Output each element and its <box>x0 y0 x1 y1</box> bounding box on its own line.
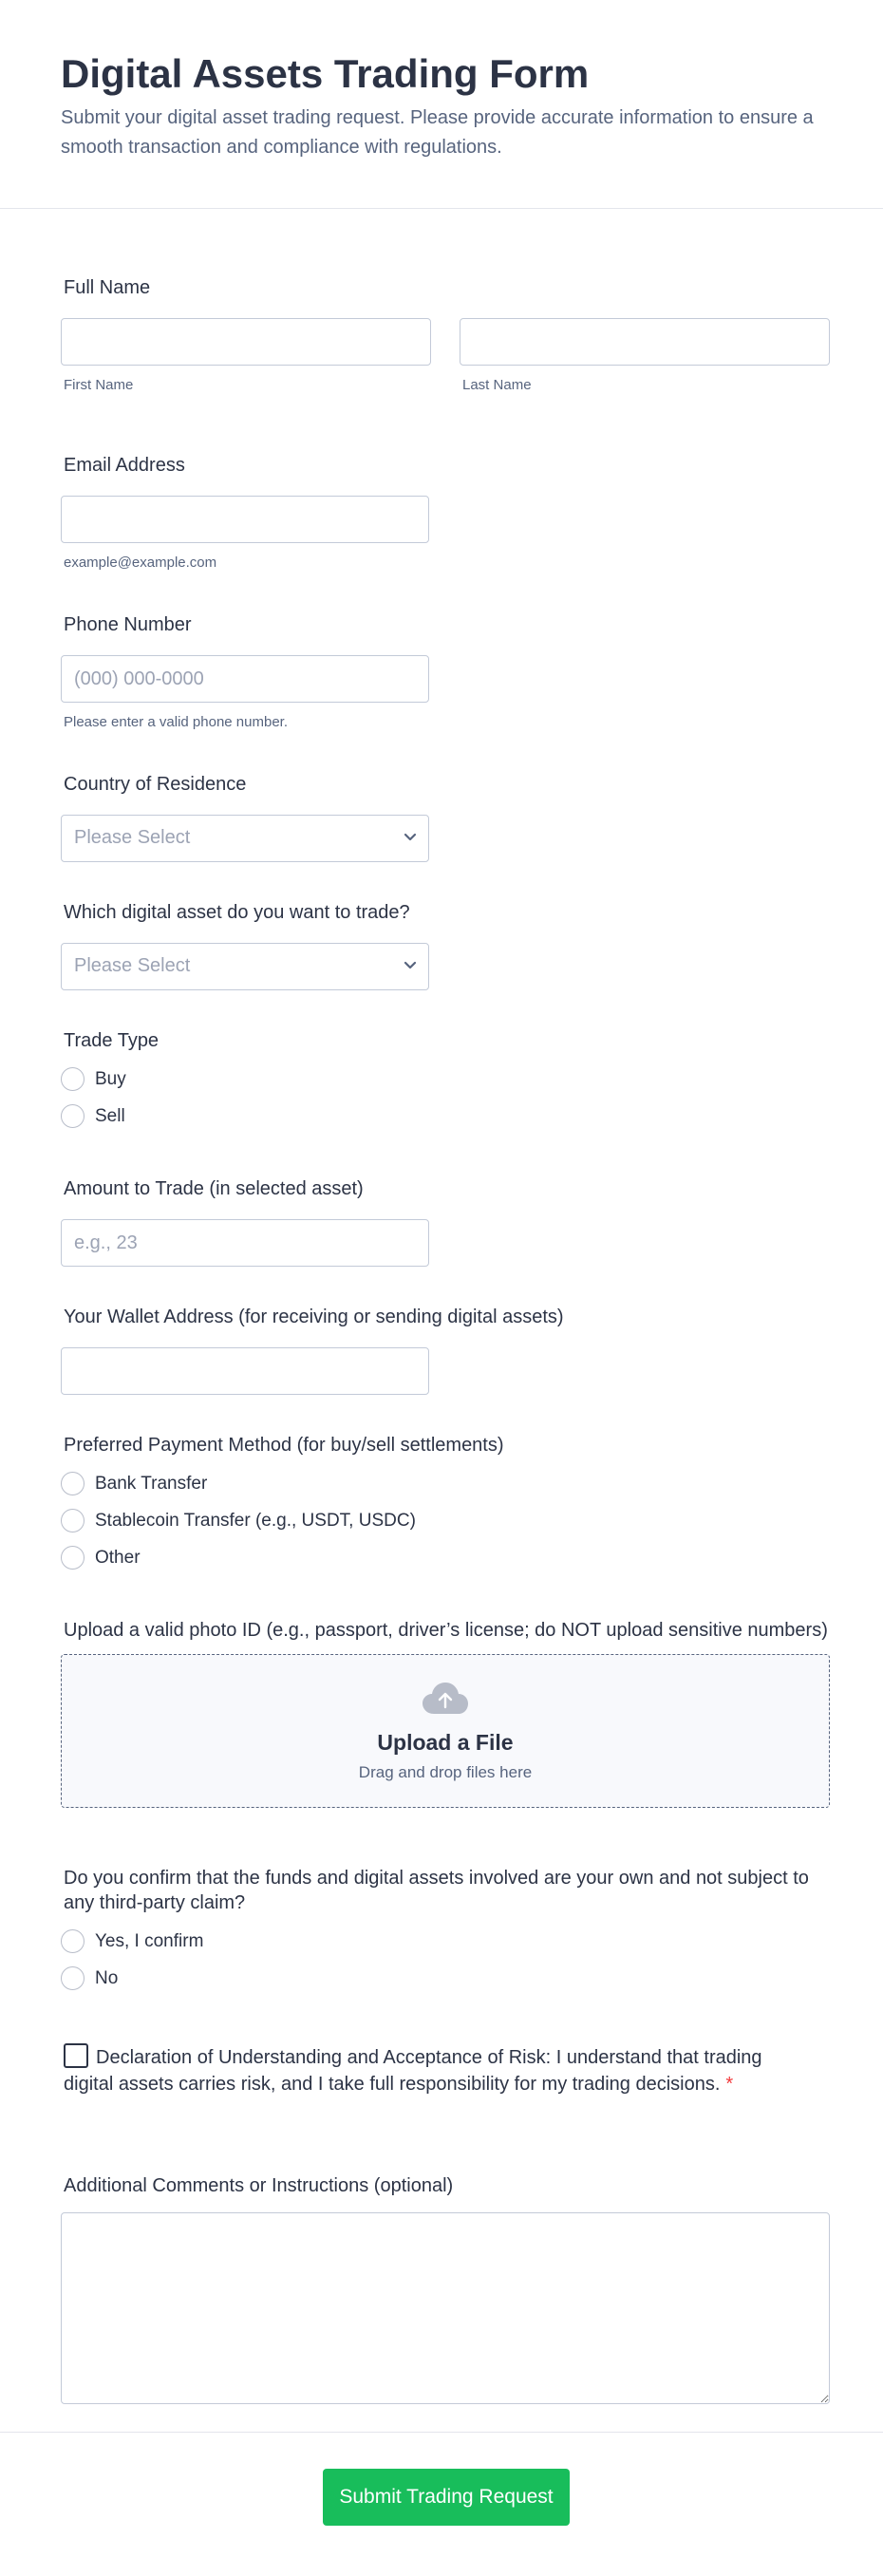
radio-label: Sell <box>95 1105 125 1126</box>
email-label: Email Address <box>64 455 185 476</box>
first-name-sublabel: First Name <box>64 377 134 393</box>
radio-button[interactable] <box>61 1104 85 1128</box>
radio-button[interactable] <box>61 1929 85 1953</box>
last-name-sublabel: Last Name <box>462 377 532 393</box>
trade-type-option-buy[interactable]: Buy <box>61 1061 822 1098</box>
upload-subtitle: Drag and drop files here <box>358 1763 533 1781</box>
form-title: Digital Assets Trading Form <box>61 51 590 96</box>
last-name-input[interactable] <box>460 318 830 366</box>
form-header: Digital Assets Trading Form Submit your … <box>0 0 883 209</box>
email-input[interactable] <box>61 496 429 543</box>
email-sublabel: example@example.com <box>64 555 217 571</box>
funds-confirm-option-no[interactable]: No <box>61 1960 822 1997</box>
required-asterisk: * <box>725 2074 734 2095</box>
full-name-field: Full Name First Name Last Name <box>61 275 830 434</box>
payment-option-stablecoin[interactable]: Stablecoin Transfer (e.g., USDT, USDC) <box>61 1502 822 1539</box>
comments-label: Additional Comments or Instructions (opt… <box>64 2175 454 2196</box>
payment-option-other[interactable]: Other <box>61 1539 822 1576</box>
payment-field: Preferred Payment Method (for buy/sell s… <box>61 1414 822 1599</box>
radio-label: Stablecoin Transfer (e.g., USDT, USDC) <box>95 1510 416 1531</box>
phone-field: Phone Number Please enter a valid phone … <box>61 593 822 753</box>
upload-title: Upload a File <box>377 1730 514 1755</box>
declaration-label: Declaration of Understanding and Accepta… <box>64 2047 762 2095</box>
form-footer: Submit Trading Request <box>0 2432 883 2576</box>
country-select[interactable]: Please Select <box>61 815 429 862</box>
phone-sublabel: Please enter a valid phone number. <box>64 714 288 730</box>
asset-label: Which digital asset do you want to trade… <box>64 902 410 923</box>
form-body: Full Name First Name Last Name Email Add… <box>0 209 883 2404</box>
wallet-label: Your Wallet Address (for receiving or se… <box>64 1307 564 1327</box>
declaration-checkbox[interactable] <box>64 2043 88 2068</box>
trade-type-label: Trade Type <box>64 1030 160 1051</box>
declaration-text: Declaration of Understanding and Accepta… <box>61 2015 782 2097</box>
phone-label: Phone Number <box>64 614 192 635</box>
trade-type-field: Trade Type Buy Sell <box>61 1009 822 1157</box>
email-field: Email Address example@example.com <box>61 434 822 593</box>
asset-field: Which digital asset do you want to trade… <box>61 881 822 1009</box>
full-name-label: Full Name <box>64 277 151 298</box>
radio-button[interactable] <box>61 1472 85 1495</box>
submit-button[interactable]: Submit Trading Request <box>323 2469 570 2526</box>
phone-input[interactable] <box>61 655 429 703</box>
radio-label: Buy <box>95 1068 126 1089</box>
asset-select[interactable]: Please Select <box>61 943 429 990</box>
radio-button[interactable] <box>61 1966 85 1990</box>
comments-field: Additional Comments or Instructions (opt… <box>61 2173 830 2404</box>
radio-button[interactable] <box>61 1067 85 1091</box>
country-select-value: Please Select <box>74 827 191 848</box>
trade-type-option-sell[interactable]: Sell <box>61 1098 822 1135</box>
upload-label: Upload a valid photo ID (e.g., passport,… <box>64 1620 828 1641</box>
radio-label: Yes, I confirm <box>95 1930 204 1951</box>
amount-label: Amount to Trade (in selected asset) <box>64 1178 364 1199</box>
file-upload-dropzone[interactable]: Upload a File Drag and drop files here <box>61 1654 830 1808</box>
country-field: Country of Residence Please Select <box>61 753 822 881</box>
wallet-field: Your Wallet Address (for receiving or se… <box>61 1286 822 1414</box>
radio-label: No <box>95 1967 119 1988</box>
radio-button[interactable] <box>61 1509 85 1532</box>
funds-confirm-field: Do you confirm that the funds and digita… <box>61 1847 822 2015</box>
payment-label: Preferred Payment Method (for buy/sell s… <box>64 1435 504 1456</box>
chevron-down-icon <box>404 833 417 841</box>
payment-option-bank[interactable]: Bank Transfer <box>61 1465 822 1502</box>
first-name-input[interactable] <box>61 318 431 366</box>
chevron-down-icon <box>404 961 417 969</box>
upload-field: Upload a valid photo ID (e.g., passport,… <box>61 1599 830 1847</box>
form-page: Digital Assets Trading Form Submit your … <box>0 0 883 2526</box>
radio-label: Bank Transfer <box>95 1473 208 1494</box>
amount-input[interactable] <box>61 1219 429 1267</box>
funds-confirm-label: Do you confirm that the funds and digita… <box>64 1868 809 1913</box>
country-label: Country of Residence <box>64 774 247 795</box>
declaration-field: Declaration of Understanding and Accepta… <box>61 2015 822 2173</box>
amount-field: Amount to Trade (in selected asset) <box>61 1157 822 1286</box>
form-subtitle: Submit your digital asset trading reques… <box>61 107 814 158</box>
radio-label: Other <box>95 1547 141 1568</box>
cloud-upload-icon <box>423 1683 468 1714</box>
wallet-input[interactable] <box>61 1347 429 1395</box>
funds-confirm-option-yes[interactable]: Yes, I confirm <box>61 1923 822 1960</box>
comments-textarea[interactable] <box>61 2212 830 2404</box>
radio-button[interactable] <box>61 1546 85 1570</box>
asset-select-value: Please Select <box>74 955 191 976</box>
